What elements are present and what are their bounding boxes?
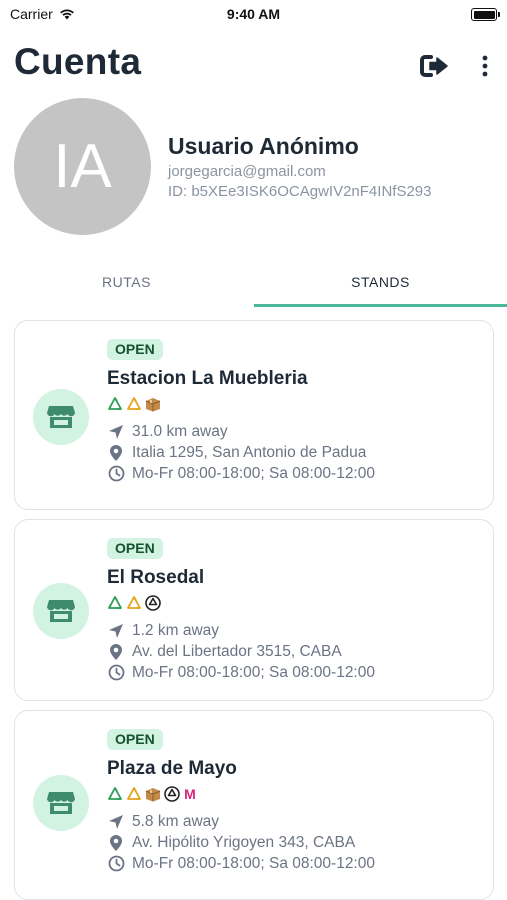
location-pin-icon bbox=[107, 444, 125, 462]
more-options-button[interactable] bbox=[477, 52, 493, 80]
status-badge: OPEN bbox=[107, 538, 163, 559]
header: Cuenta bbox=[14, 40, 493, 88]
recycle-yellow-icon bbox=[126, 396, 142, 412]
avatar: IA bbox=[14, 98, 151, 235]
user-name: Usuario Anónimo bbox=[168, 133, 359, 159]
address-row: Av. del Libertador 3515, CABA bbox=[107, 641, 483, 662]
stand-name: Estacion La Muebleria bbox=[107, 368, 308, 389]
hours-row: Mo-Fr 08:00-18:00; Sa 08:00-12:00 bbox=[107, 662, 483, 683]
recycle-black-icon bbox=[164, 786, 180, 802]
user-email: jorgegarcia@gmail.com bbox=[168, 163, 326, 180]
stand-name: El Rosedal bbox=[107, 567, 205, 588]
profile-section: IA Usuario Anónimo jorgegarcia@gmail.com… bbox=[14, 98, 493, 238]
distance-text: 31.0 km away bbox=[132, 423, 228, 440]
material-icons: M bbox=[107, 784, 483, 804]
material-icons bbox=[107, 394, 483, 414]
navigation-arrow-icon bbox=[107, 622, 125, 640]
tab-bar: RUTAS STANDS bbox=[0, 258, 507, 308]
recycle-yellow-icon bbox=[126, 786, 142, 802]
stand-name: Plaza de Mayo bbox=[107, 758, 237, 779]
tab-rutas[interactable]: RUTAS bbox=[0, 258, 253, 306]
tab-stands[interactable]: STANDS bbox=[254, 258, 507, 306]
address-row: Av. Hipólito Yrigoyen 343, CABA bbox=[107, 832, 483, 853]
distance-text: 1.2 km away bbox=[132, 622, 220, 639]
address-text: Av. del Libertador 3515, CABA bbox=[132, 643, 342, 660]
stand-card[interactable]: OPEN Plaza de Mayo M 5.8 km away Av. Hip… bbox=[14, 710, 494, 900]
logout-button[interactable] bbox=[419, 52, 451, 80]
location-pin-icon bbox=[107, 643, 125, 661]
store-icon bbox=[33, 583, 89, 639]
material-icons bbox=[107, 593, 483, 613]
logout-icon bbox=[420, 55, 448, 77]
recycle-green-icon bbox=[107, 595, 123, 611]
recycle-black-icon bbox=[145, 595, 161, 611]
clock-icon bbox=[107, 664, 125, 682]
address-text: Italia 1295, San Antonio de Padua bbox=[132, 444, 367, 461]
more-vertical-icon bbox=[482, 55, 488, 77]
status-bar: Carrier 9:40 AM bbox=[0, 0, 507, 30]
navigation-arrow-icon bbox=[107, 813, 125, 831]
clock-icon bbox=[107, 855, 125, 873]
recycle-green-icon bbox=[107, 786, 123, 802]
status-time: 9:40 AM bbox=[226, 6, 281, 22]
distance-row: 1.2 km away bbox=[107, 620, 483, 641]
recycle-yellow-icon bbox=[126, 595, 142, 611]
cardboard-box-icon bbox=[145, 396, 161, 412]
distance-text: 5.8 km away bbox=[132, 813, 220, 830]
cardboard-box-icon bbox=[145, 786, 161, 802]
address-row: Italia 1295, San Antonio de Padua bbox=[107, 442, 483, 463]
hours-row: Mo-Fr 08:00-18:00; Sa 08:00-12:00 bbox=[107, 853, 483, 874]
tab-active-indicator bbox=[254, 304, 507, 307]
stand-card[interactable]: OPEN El Rosedal 1.2 km away Av. del Libe… bbox=[14, 519, 494, 701]
status-badge: OPEN bbox=[107, 729, 163, 750]
store-icon bbox=[33, 389, 89, 445]
metal-m-icon: M bbox=[184, 786, 196, 802]
status-badge: OPEN bbox=[107, 339, 163, 360]
recycle-green-icon bbox=[107, 396, 123, 412]
user-id: ID: b5XEe3ISK6OCAgwIV2nF4INfS293 bbox=[168, 183, 432, 200]
clock-icon bbox=[107, 465, 125, 483]
navigation-arrow-icon bbox=[107, 423, 125, 441]
distance-row: 5.8 km away bbox=[107, 811, 483, 832]
location-pin-icon bbox=[107, 834, 125, 852]
store-icon bbox=[33, 775, 89, 831]
profile-info: Usuario Anónimo jorgegarcia@gmail.com ID… bbox=[168, 132, 431, 202]
hours-text: Mo-Fr 08:00-18:00; Sa 08:00-12:00 bbox=[132, 855, 375, 872]
distance-row: 31.0 km away bbox=[107, 421, 483, 442]
stand-card[interactable]: OPEN Estacion La Muebleria 31.0 km away … bbox=[14, 320, 494, 510]
hours-row: Mo-Fr 08:00-18:00; Sa 08:00-12:00 bbox=[107, 463, 483, 484]
hours-text: Mo-Fr 08:00-18:00; Sa 08:00-12:00 bbox=[132, 664, 375, 681]
hours-text: Mo-Fr 08:00-18:00; Sa 08:00-12:00 bbox=[132, 465, 375, 482]
address-text: Av. Hipólito Yrigoyen 343, CABA bbox=[132, 834, 356, 851]
battery-icon bbox=[471, 8, 500, 21]
